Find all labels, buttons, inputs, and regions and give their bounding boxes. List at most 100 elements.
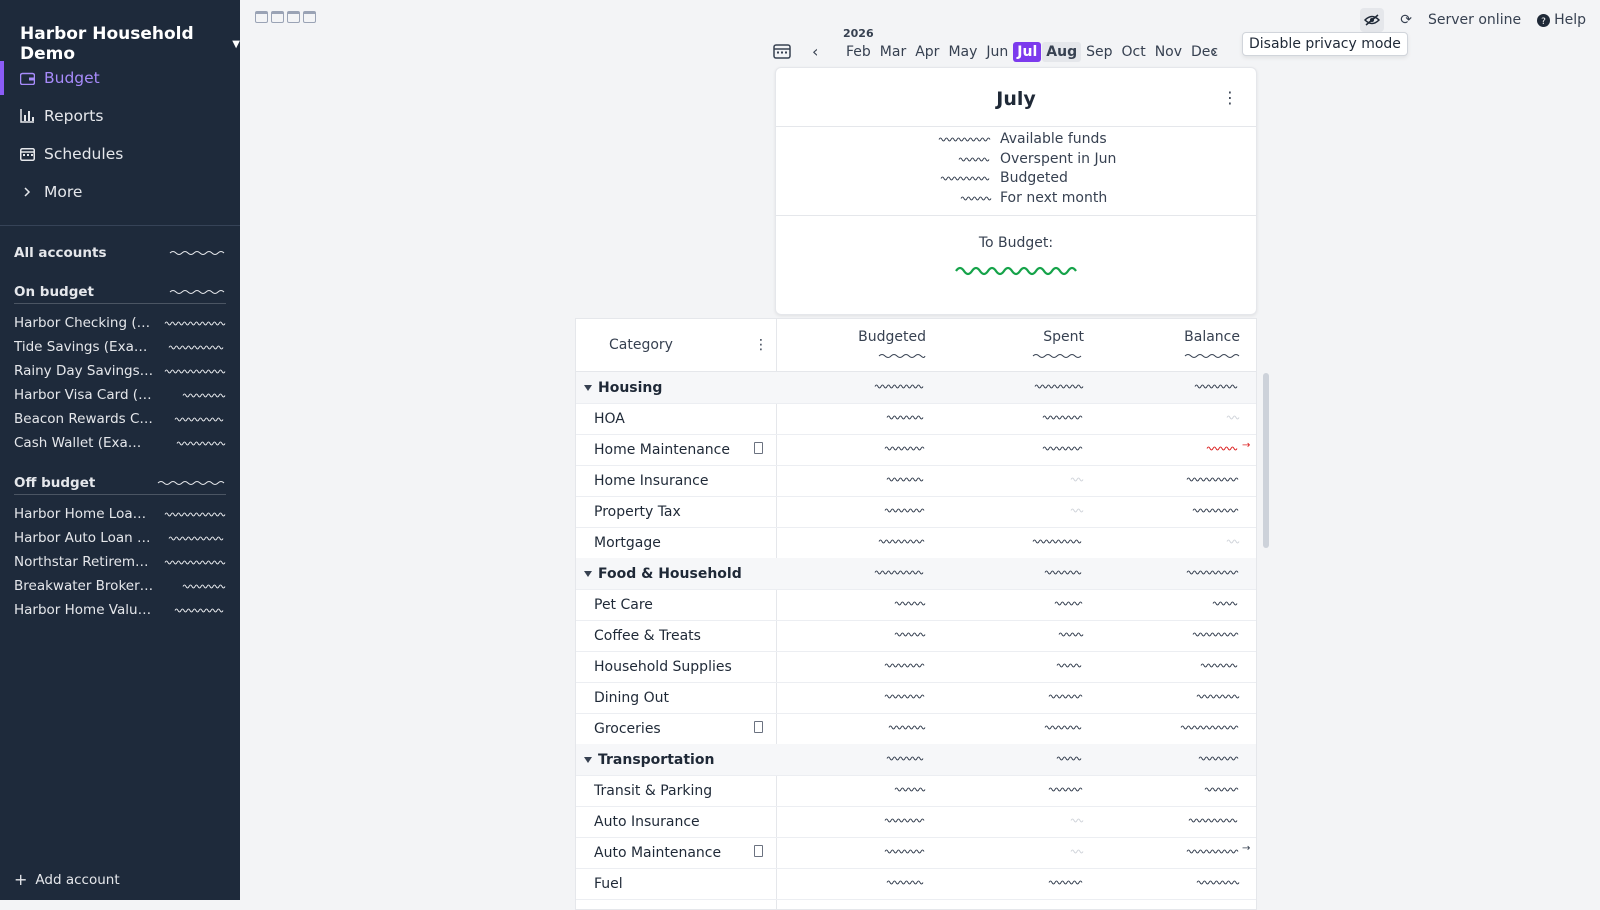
budgeted-amount[interactable] [886, 879, 926, 886]
collapse-triangle-icon[interactable] [584, 570, 592, 577]
sync-icon[interactable]: ⟳ [1400, 12, 1412, 28]
account-item[interactable]: Breakwater Brokerage (Example) [14, 575, 226, 597]
month-may[interactable]: May [944, 42, 981, 62]
calendar-picker-icon[interactable] [773, 43, 791, 59]
account-item[interactable]: Harbor Home Loan (Example) [14, 503, 226, 525]
category-row[interactable]: Auto Maintenance → [576, 837, 1256, 869]
budgeted-amount[interactable] [884, 817, 926, 824]
nav-schedules[interactable]: Schedules [0, 137, 240, 171]
carryover-arrow-icon[interactable]: → [1242, 440, 1250, 451]
category-name[interactable]: HOA [594, 403, 625, 434]
nav-more[interactable]: More [0, 175, 240, 209]
category-name[interactable]: Dining Out [594, 682, 669, 713]
account-item[interactable]: Harbor Home Value (Example) [14, 599, 226, 621]
note-icon[interactable] [754, 845, 763, 857]
category-row[interactable]: Home Insurance [576, 465, 1256, 497]
balance-amount[interactable] [1180, 724, 1240, 731]
spent-amount[interactable] [1070, 817, 1084, 824]
category-row[interactable]: Mortgage [576, 527, 1256, 559]
category-group-name[interactable]: Transportation [584, 744, 714, 775]
budget-name-menu[interactable]: Harbor Household Demo ▼ [20, 24, 240, 64]
prev-month-button[interactable]: ‹ [812, 42, 818, 61]
budgeted-amount[interactable] [884, 507, 926, 514]
spent-amount[interactable] [1048, 879, 1084, 886]
category-row[interactable]: Fuel [576, 868, 1256, 900]
category-name[interactable]: Auto Maintenance [594, 837, 721, 868]
spent-amount[interactable] [1058, 631, 1084, 638]
balance-amount[interactable] [1204, 786, 1240, 793]
budgeted-amount[interactable] [888, 724, 926, 731]
balance-amount[interactable] [1226, 538, 1240, 545]
account-item[interactable]: Rainy Day Savings (Example) [14, 360, 226, 382]
spent-amount[interactable] [1056, 662, 1084, 669]
category-row[interactable]: Dining Out [576, 682, 1256, 714]
balance-amount[interactable] [1194, 383, 1240, 390]
budgeted-amount[interactable] [884, 445, 926, 452]
month-nov[interactable]: Nov [1151, 42, 1186, 62]
account-item[interactable]: Beacon Rewards Card (Example) [14, 408, 226, 430]
help-button[interactable]: ? Help [1537, 12, 1586, 28]
category-menu-icon[interactable]: ⋮ [754, 337, 768, 353]
month-sep[interactable]: Sep [1082, 42, 1116, 62]
spent-amount[interactable] [1056, 755, 1084, 762]
month-jun[interactable]: Jun [982, 42, 1012, 62]
account-item[interactable]: Cash Wallet (Example) [14, 432, 226, 454]
category-group-name[interactable]: Housing [584, 372, 662, 403]
spent-amount[interactable] [1032, 538, 1084, 545]
category-group-name[interactable]: Food & Household [584, 558, 742, 589]
category-row[interactable]: Transit & Parking [576, 775, 1256, 807]
category-name[interactable]: Home Maintenance [594, 434, 730, 465]
category-group-row[interactable]: Food & Household [576, 558, 1256, 590]
spent-amount[interactable] [1042, 414, 1084, 421]
budgeted-amount[interactable] [878, 538, 926, 545]
budgeted-amount[interactable] [886, 755, 926, 762]
month-oct[interactable]: Oct [1117, 42, 1149, 62]
spent-amount[interactable] [1042, 445, 1084, 452]
nav-reports[interactable]: Reports [0, 99, 240, 133]
note-icon[interactable] [754, 721, 763, 733]
next-month-button[interactable]: › [1211, 42, 1217, 61]
category-row[interactable]: Home Maintenance → [576, 434, 1256, 466]
spent-amount[interactable] [1048, 693, 1084, 700]
balance-amount[interactable] [1186, 848, 1240, 855]
category-group-row[interactable]: Transportation [576, 744, 1256, 776]
account-item[interactable]: Northstar Retirement (Example) [14, 551, 226, 573]
category-row[interactable]: HOA [576, 403, 1256, 435]
category-name[interactable]: Home Insurance [594, 465, 708, 496]
three-month-view-icon[interactable] [287, 11, 300, 23]
budgeted-amount[interactable] [874, 383, 926, 390]
balance-amount[interactable] [1226, 414, 1240, 421]
category-row[interactable]: Property Tax [576, 496, 1256, 528]
to-budget-hidden-amount[interactable] [954, 264, 1078, 278]
spent-amount[interactable] [1044, 569, 1084, 576]
balance-amount[interactable] [1186, 476, 1240, 483]
budgeted-amount[interactable] [894, 631, 926, 638]
account-group-on-budget[interactable]: On budget [14, 281, 226, 303]
two-month-view-icon[interactable] [271, 11, 284, 23]
account-all[interactable]: All accounts [14, 242, 226, 264]
note-icon[interactable] [754, 442, 763, 454]
budgeted-amount[interactable] [886, 414, 926, 421]
category-row[interactable]: Household Supplies [576, 651, 1256, 683]
month-jul[interactable]: Jul [1013, 42, 1042, 62]
category-name[interactable]: Transit & Parking [594, 775, 712, 806]
budgeted-amount[interactable] [886, 476, 926, 483]
spent-amount[interactable] [1034, 383, 1084, 390]
month-mar[interactable]: Mar [876, 42, 910, 62]
carryover-arrow-icon[interactable]: → [1242, 843, 1250, 854]
budgeted-amount[interactable] [884, 848, 926, 855]
privacy-toggle-button[interactable] [1360, 8, 1385, 32]
balance-amount[interactable] [1188, 817, 1240, 824]
nav-budget[interactable]: Budget [0, 61, 240, 95]
month-apr[interactable]: Apr [911, 42, 943, 62]
month-feb[interactable]: Feb [842, 42, 875, 62]
account-group-off-budget[interactable]: Off budget [14, 472, 226, 494]
spent-amount[interactable] [1070, 507, 1084, 514]
spent-amount[interactable] [1044, 724, 1084, 731]
budgeted-amount[interactable] [884, 693, 926, 700]
category-name[interactable]: Fuel [594, 868, 623, 899]
spent-amount[interactable] [1048, 786, 1084, 793]
category-row[interactable]: Pet Care [576, 589, 1256, 621]
spent-amount[interactable] [1054, 600, 1084, 607]
summary-menu-icon[interactable]: ⋮ [1222, 88, 1238, 107]
